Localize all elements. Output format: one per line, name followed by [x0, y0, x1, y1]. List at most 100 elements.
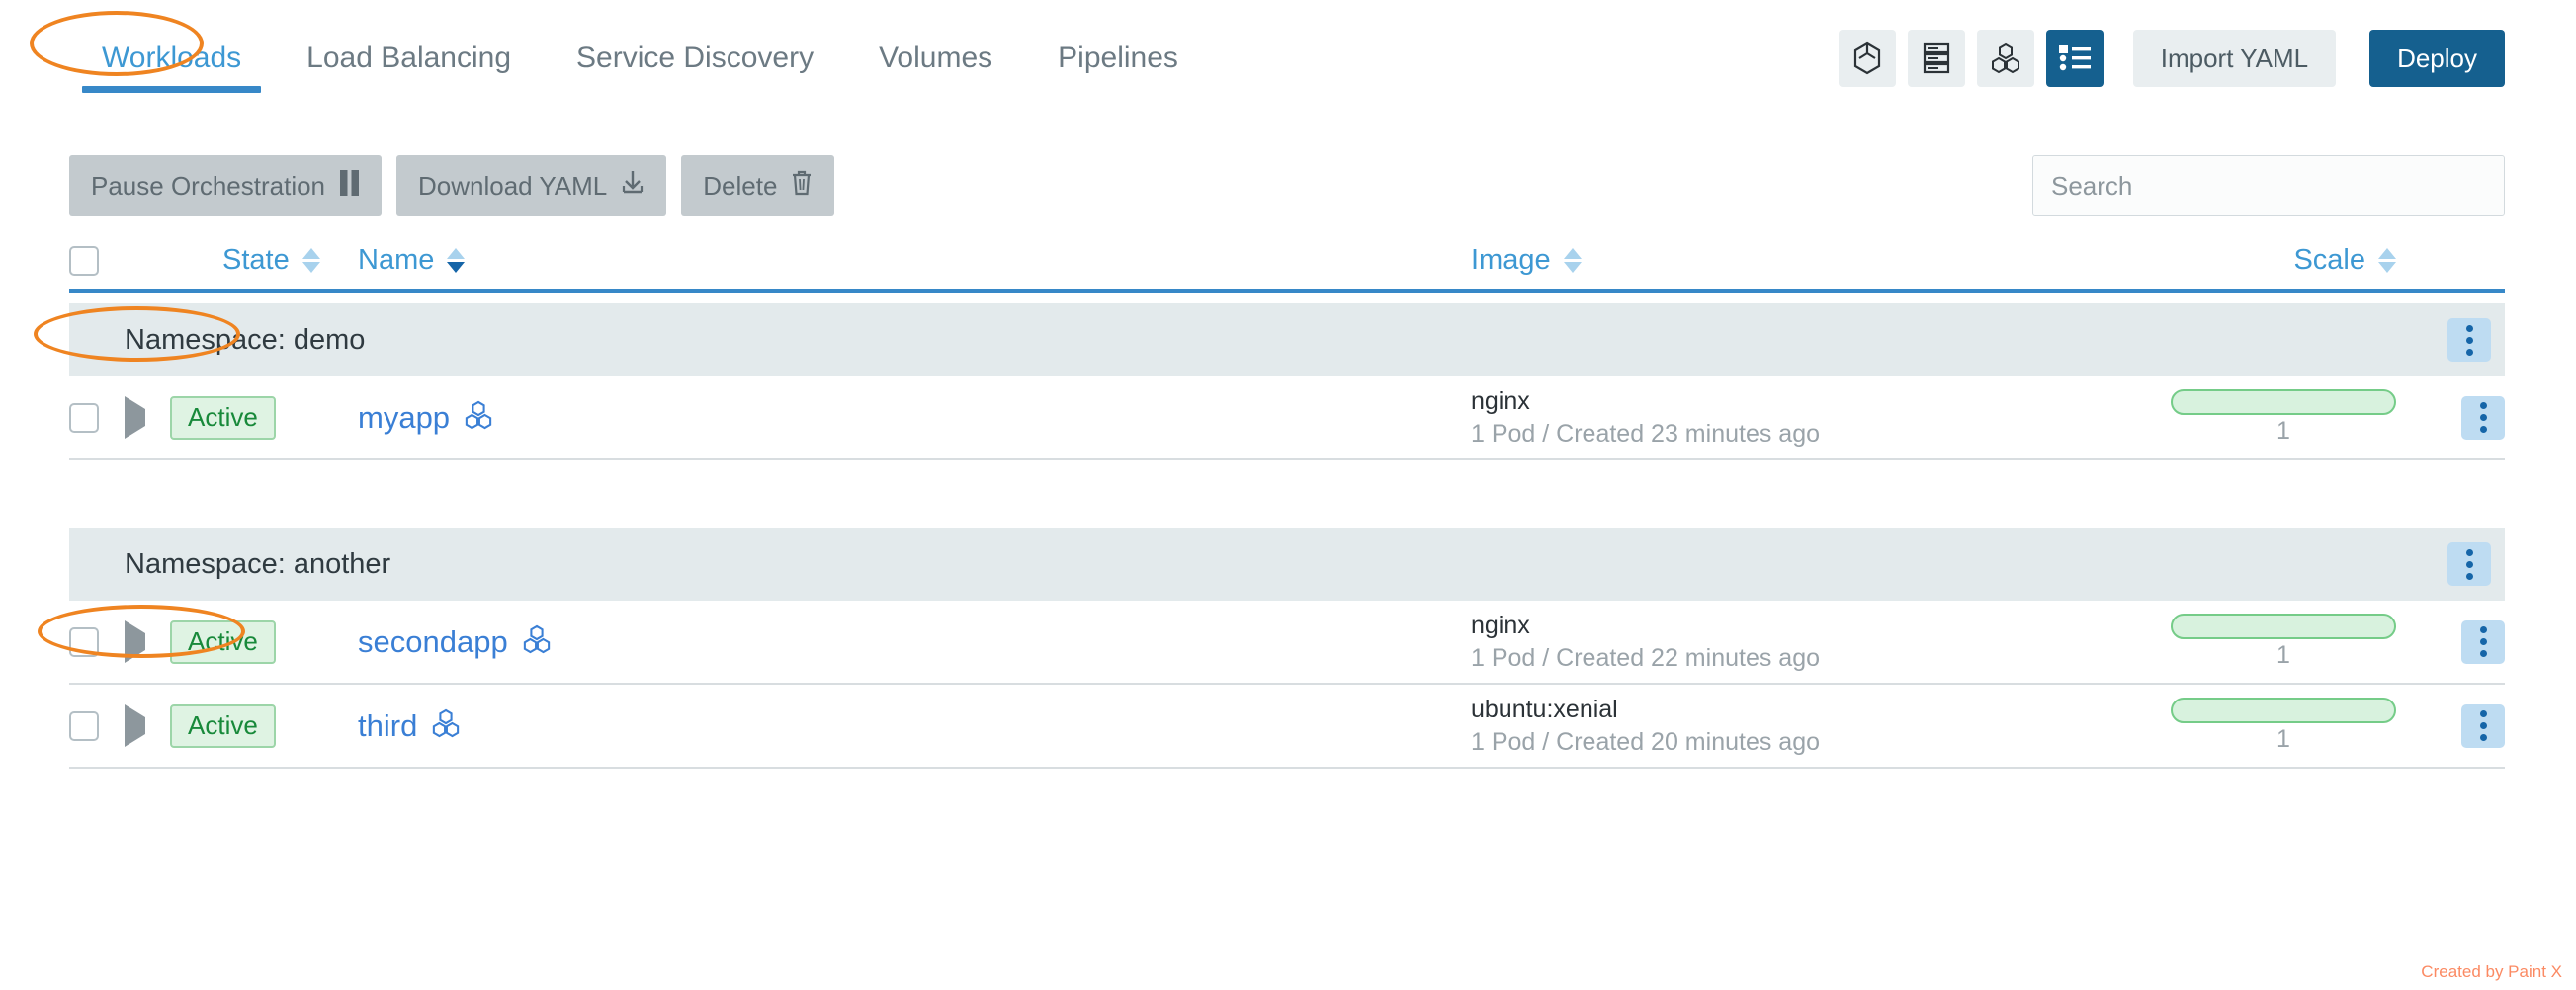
sort-image-icon[interactable]	[1563, 248, 1582, 273]
pause-orchestration-button[interactable]: Pause Orchestration	[69, 155, 383, 216]
state-header-cell: State	[170, 244, 358, 277]
row-checkbox[interactable]	[69, 402, 99, 433]
search-box[interactable]	[2032, 155, 2505, 216]
namespace-group-menu	[2447, 318, 2505, 362]
tab-service-discovery[interactable]: Service Discovery	[544, 41, 846, 93]
tab-pipelines[interactable]: Pipelines	[1025, 41, 1211, 93]
table-header-row: State Name Image Scale	[69, 232, 2505, 293]
kebab-menu-icon[interactable]	[2461, 619, 2505, 664]
image-name: ubuntu:xenial	[1471, 695, 1618, 723]
status-badge: Active	[170, 703, 276, 748]
column-header-name[interactable]: Name	[358, 244, 1471, 277]
server-stack-icon	[1923, 42, 1950, 74]
namespace-group-menu	[2447, 542, 2505, 586]
image-subtext: 1 Pod / Created 23 minutes ago	[1471, 419, 1821, 448]
expand-row-icon[interactable]	[125, 619, 145, 663]
deploy-button[interactable]: Deploy	[2369, 30, 2505, 87]
state-header-label: State	[222, 244, 290, 276]
scale-value: 1	[2276, 417, 2290, 445]
cluster-icon	[523, 624, 551, 659]
download-yaml-label: Download YAML	[418, 170, 608, 201]
column-header-state[interactable]: State	[170, 244, 358, 277]
table-row[interactable]: Active myapp nginx 1 Pod / Created 23 mi…	[69, 376, 2505, 460]
column-header-scale[interactable]: Scale	[2123, 244, 2420, 277]
list-view-icon	[2058, 44, 2091, 72]
cube-icon-button[interactable]	[1838, 30, 1896, 87]
expand-row-icon[interactable]	[125, 395, 145, 439]
table-row[interactable]: Active third ubuntu:xenial 1 Pod / Creat…	[69, 685, 2505, 769]
list-view-icon-button[interactable]	[2045, 30, 2104, 87]
server-stack-icon-button[interactable]	[1907, 30, 1965, 87]
image-name: nginx	[1471, 611, 1530, 639]
kebab-menu-icon[interactable]	[2447, 318, 2491, 362]
kebab-menu-icon[interactable]	[2461, 703, 2505, 748]
row-menu-cell	[2420, 395, 2505, 440]
workload-name-link[interactable]: secondapp	[358, 624, 508, 660]
scale-header-cell: Scale	[2123, 244, 2420, 277]
sort-scale-icon[interactable]	[2378, 248, 2396, 273]
row-select-cell	[69, 626, 125, 657]
select-all-cell	[69, 245, 125, 276]
status-badge: Active	[170, 395, 276, 440]
kebab-menu-icon[interactable]	[2447, 542, 2491, 586]
cluster-icon-button[interactable]	[1976, 30, 2034, 87]
delete-button[interactable]: Delete	[681, 155, 835, 216]
top-navigation-bar: Workloads Load Balancing Service Discove…	[0, 0, 2576, 117]
row-image-cell: nginx 1 Pod / Created 23 minutes ago	[1471, 385, 2123, 451]
scale-header-label: Scale	[2293, 244, 2365, 276]
row-image-cell: nginx 1 Pod / Created 22 minutes ago	[1471, 610, 2123, 675]
bulk-action-toolbar: Pause Orchestration Download YAML Delete	[0, 153, 2576, 218]
image-subtext: 1 Pod / Created 22 minutes ago	[1471, 643, 1821, 672]
row-name-cell: third	[358, 708, 1471, 744]
sort-name-icon[interactable]	[447, 248, 466, 273]
cluster-icon	[432, 708, 460, 743]
name-header-label: Name	[358, 244, 435, 276]
row-select-cell	[69, 402, 125, 433]
download-yaml-button[interactable]: Download YAML	[396, 155, 667, 216]
scale-bar[interactable]	[2171, 389, 2396, 415]
primary-tabs: Workloads Load Balancing Service Discove…	[69, 0, 1211, 117]
tab-workloads[interactable]: Workloads	[69, 41, 274, 93]
watermark: Created by Paint X	[2421, 962, 2562, 981]
table-row[interactable]: Active secondapp nginx 1 Pod / Created 2…	[69, 601, 2505, 685]
scale-value: 1	[2276, 725, 2290, 753]
image-header-cell: Image	[1471, 244, 2123, 277]
row-checkbox[interactable]	[69, 626, 99, 657]
row-menu-cell	[2420, 619, 2505, 664]
import-yaml-button[interactable]: Import YAML	[2132, 30, 2337, 87]
row-name-cell: myapp	[358, 400, 1471, 436]
tab-load-balancing[interactable]: Load Balancing	[274, 41, 544, 93]
top-actions: Import YAML Deploy	[1838, 30, 2505, 87]
search-input[interactable]	[2051, 170, 2486, 202]
workload-name-link[interactable]: myapp	[358, 400, 450, 436]
image-header-label: Image	[1471, 244, 1551, 276]
name-header-cell: Name	[358, 244, 1471, 277]
row-scale-cell: 1	[2123, 698, 2420, 754]
namespace-group-label: Namespace: demo	[125, 323, 366, 356]
workload-name-link[interactable]: third	[358, 708, 417, 744]
row-expand-cell	[125, 395, 170, 439]
kebab-menu-icon[interactable]	[2461, 395, 2505, 440]
namespace-group-header[interactable]: Namespace: another	[69, 528, 2505, 601]
namespace-group-header[interactable]: Namespace: demo	[69, 303, 2505, 376]
cube-icon	[1852, 41, 1882, 75]
select-all-checkbox[interactable]	[69, 245, 99, 276]
column-header-image[interactable]: Image	[1471, 244, 2123, 277]
sort-state-icon[interactable]	[301, 248, 320, 273]
tab-volumes[interactable]: Volumes	[846, 41, 1025, 93]
delete-label: Delete	[703, 170, 778, 201]
expand-row-icon[interactable]	[125, 703, 145, 747]
scale-value: 1	[2276, 641, 2290, 669]
row-checkbox[interactable]	[69, 710, 99, 741]
scale-bar[interactable]	[2171, 698, 2396, 723]
scale-bar[interactable]	[2171, 614, 2396, 639]
row-scale-cell: 1	[2123, 614, 2420, 670]
image-name: nginx	[1471, 386, 1530, 415]
row-image-cell: ubuntu:xenial 1 Pod / Created 20 minutes…	[1471, 694, 2123, 759]
row-scale-cell: 1	[2123, 389, 2420, 446]
workloads-table: State Name Image Scale Namespace: demo A…	[69, 232, 2505, 769]
row-state-cell: Active	[170, 619, 358, 664]
row-select-cell	[69, 710, 125, 741]
row-name-cell: secondapp	[358, 624, 1471, 660]
